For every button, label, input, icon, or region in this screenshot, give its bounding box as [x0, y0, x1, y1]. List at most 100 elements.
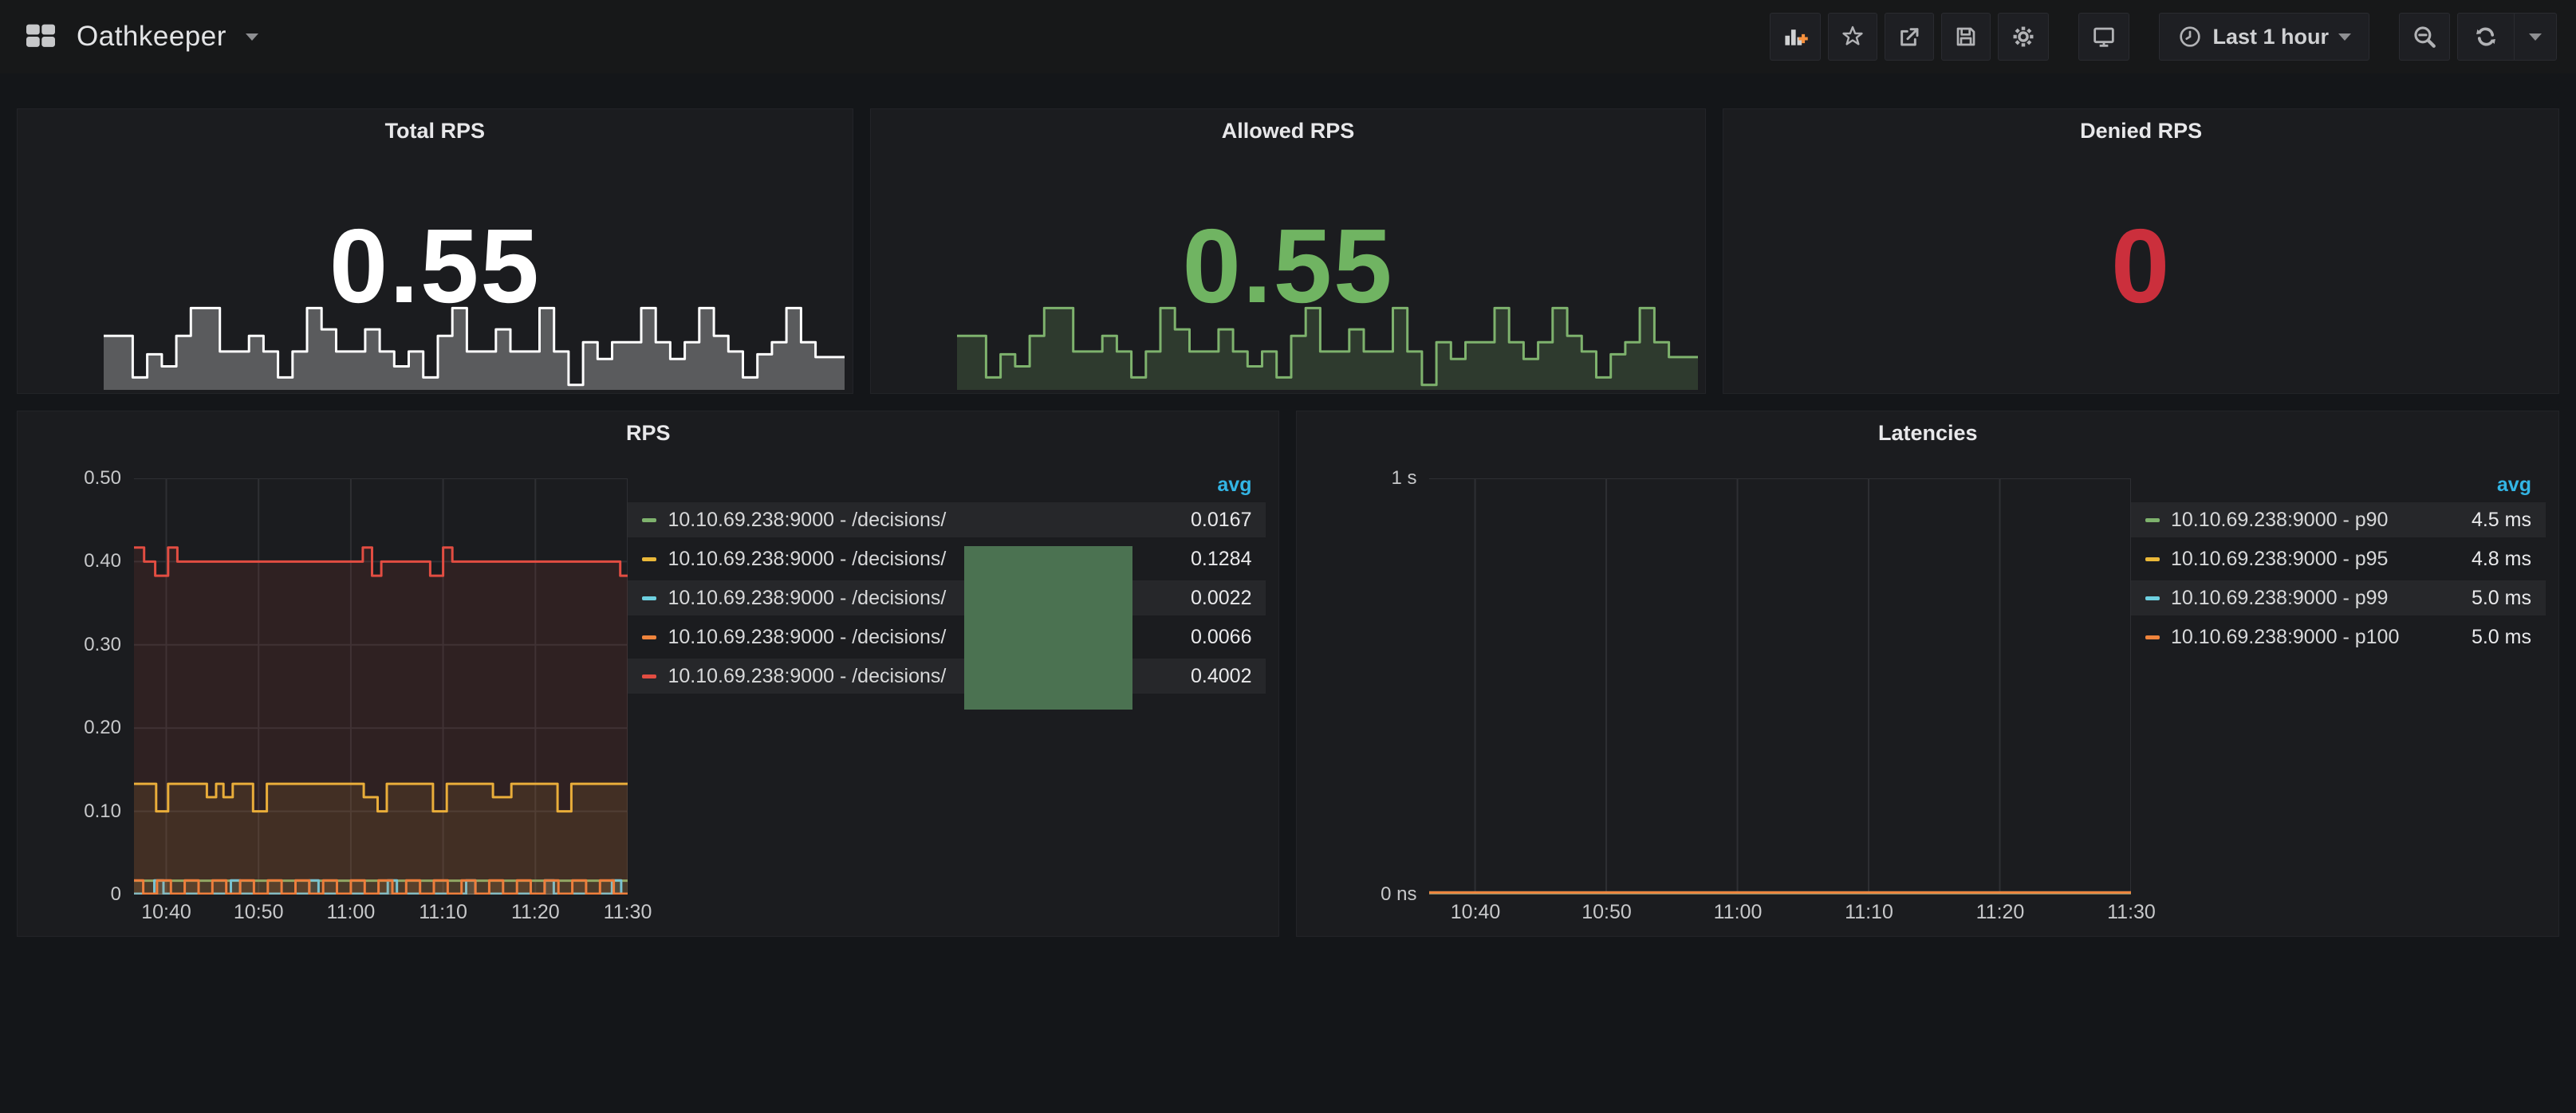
- panel-allowed-rps: Allowed RPS 0.55: [870, 108, 1707, 394]
- legend-swatch-icon[interactable]: [2145, 518, 2160, 522]
- legend-swatch-icon[interactable]: [642, 674, 656, 678]
- latencies-plot-area[interactable]: 10:4010:5011:0011:1011:2011:30: [1429, 478, 2131, 895]
- panel-title[interactable]: Total RPS: [18, 119, 853, 144]
- legend-avg-value: 0.4002: [1191, 665, 1251, 688]
- refresh-icon: [2472, 23, 2499, 50]
- legend-avg-value: 5.0 ms: [2472, 626, 2531, 649]
- legend-row[interactable]: 10.10.69.238:9000 - /decisions/0.0167: [628, 502, 1266, 537]
- time-range-picker[interactable]: Last 1 hour: [2159, 13, 2369, 61]
- rps-legend: avg10.10.69.238:9000 - /decisions/0.0167…: [628, 462, 1266, 926]
- stat-sparkline: [957, 291, 1698, 390]
- legend-row[interactable]: 10.10.69.238:9000 - /decisions/0.1284: [628, 541, 1266, 576]
- x-tick-label: 11:10: [1845, 901, 1893, 924]
- legend-series-label[interactable]: 10.10.69.238:9000 - /decisions/: [668, 509, 1175, 532]
- dashboard-settings-button[interactable]: [1998, 13, 2049, 61]
- stat-sparkline: [104, 291, 845, 390]
- legend-row[interactable]: 10.10.69.238:9000 - p100 5.0 ms: [2131, 619, 2546, 655]
- legend-row[interactable]: 10.10.69.238:9000 - p95 4.8 ms: [2131, 541, 2546, 576]
- y-tick-label: 0.20: [0, 717, 121, 739]
- dashboard-grid: Total RPS 0.55 Allowed RPS 0.55 Denied R…: [0, 73, 2576, 937]
- dashboard-dropdown-caret-icon[interactable]: [246, 33, 258, 41]
- legend-series-label[interactable]: 10.10.69.238:9000 - p90: [2171, 509, 2456, 532]
- legend-swatch-icon[interactable]: [642, 635, 656, 639]
- panel-denied-rps: Denied RPS 0: [1723, 108, 2559, 394]
- panel-title[interactable]: RPS: [18, 421, 1278, 446]
- refresh-button[interactable]: [2458, 13, 2514, 61]
- add-panel-button[interactable]: [1770, 13, 1821, 61]
- panel-title[interactable]: Denied RPS: [1723, 119, 2558, 144]
- x-tick-label: 10:40: [1451, 901, 1501, 924]
- rps-plot-area[interactable]: 10:4010:5011:0011:1011:2011:30: [134, 478, 628, 895]
- x-tick-label: 10:50: [1581, 901, 1632, 924]
- legend-row[interactable]: 10.10.69.238:9000 - p99 5.0 ms: [2131, 580, 2546, 615]
- x-tick-label: 10:50: [234, 901, 284, 924]
- refresh-interval-caret-icon: [2529, 33, 2542, 41]
- legend-avg-value: 4.5 ms: [2472, 509, 2531, 532]
- legend-row[interactable]: 10.10.69.238:9000 - p90 4.5 ms: [2131, 502, 2546, 537]
- x-tick-label: 10:40: [141, 901, 191, 924]
- legend-swatch-icon[interactable]: [2145, 635, 2160, 639]
- legend-series-label[interactable]: 10.10.69.238:9000 - p95: [2171, 548, 2456, 571]
- legend-swatch-icon[interactable]: [642, 557, 656, 561]
- dashboard-title[interactable]: Oathkeeper: [77, 21, 226, 53]
- x-tick-label: 11:30: [604, 901, 652, 924]
- y-tick-label: 1 s: [1257, 467, 1416, 490]
- dashboard-grid-icon[interactable]: [24, 22, 57, 51]
- legend-avg-value: 0.1284: [1191, 548, 1251, 571]
- legend-avg-header[interactable]: avg: [2131, 474, 2546, 502]
- cycle-view-mode-button[interactable]: [2078, 13, 2129, 61]
- x-tick-label: 11:20: [511, 901, 560, 924]
- add-panel-icon: [1782, 24, 1809, 49]
- x-tick-label: 11:00: [327, 901, 376, 924]
- legend-avg-header[interactable]: avg: [628, 474, 1266, 502]
- stat-value: 0: [1723, 206, 2558, 326]
- gear-icon: [2010, 23, 2037, 50]
- legend-row[interactable]: 10.10.69.238:9000 - /decisions/0.4002: [628, 659, 1266, 694]
- clock-icon: [2177, 24, 2203, 49]
- latencies-legend: avg10.10.69.238:9000 - p904.5 ms10.10.69…: [2131, 462, 2546, 926]
- y-tick-label: 0.30: [0, 634, 121, 656]
- legend-swatch-icon[interactable]: [642, 518, 656, 522]
- star-icon: [1840, 24, 1865, 49]
- legend-avg-value: 4.8 ms: [2472, 548, 2531, 571]
- x-tick-label: 11:30: [2107, 901, 2156, 924]
- legend-avg-value: 0.0066: [1191, 626, 1251, 649]
- legend-avg-value: 0.0167: [1191, 509, 1251, 532]
- panel-title[interactable]: Latencies: [1297, 421, 2558, 446]
- legend-row[interactable]: 10.10.69.238:9000 - /decisions/0.0066: [628, 619, 1266, 655]
- y-tick-label: 0.50: [0, 467, 121, 490]
- y-axis: 0.500.400.300.200.100: [30, 478, 134, 895]
- zoom-out-icon: [2411, 23, 2438, 50]
- legend-row[interactable]: 10.10.69.238:9000 - /decisions/0.0022: [628, 580, 1266, 615]
- top-navbar: Oathkeeper: [0, 0, 2576, 73]
- mark-favorite-button[interactable]: [1828, 13, 1877, 61]
- panel-total-rps: Total RPS 0.55: [17, 108, 853, 394]
- save-dashboard-button[interactable]: [1941, 13, 1991, 61]
- legend-swatch-icon[interactable]: [2145, 557, 2160, 561]
- y-tick-label: 0: [0, 883, 121, 906]
- legend-series-label[interactable]: 10.10.69.238:9000 - p99: [2171, 587, 2456, 610]
- y-tick-label: 0 ns: [1257, 883, 1416, 906]
- panel-title[interactable]: Allowed RPS: [871, 119, 1706, 144]
- x-tick-label: 11:20: [1976, 901, 2025, 924]
- legend-swatch-icon[interactable]: [642, 596, 656, 600]
- save-icon: [1953, 24, 1979, 49]
- legend-overlay: [964, 546, 1132, 710]
- legend-avg-value: 5.0 ms: [2472, 587, 2531, 610]
- panel-rps-graph: RPS 0.500.400.300.200.100 10:4010:5011:0…: [17, 411, 1279, 937]
- x-tick-label: 11:10: [419, 901, 467, 924]
- legend-series-label[interactable]: 10.10.69.238:9000 - p100: [2171, 626, 2456, 649]
- share-icon: [1897, 24, 1922, 49]
- refresh-button-group: [2457, 13, 2557, 61]
- refresh-interval-dropdown[interactable]: [2514, 13, 2556, 61]
- x-tick-label: 11:00: [1714, 901, 1763, 924]
- time-range-caret-icon: [2338, 33, 2351, 41]
- monitor-icon: [2090, 24, 2117, 49]
- zoom-out-time-button[interactable]: [2399, 13, 2450, 61]
- legend-swatch-icon[interactable]: [2145, 596, 2160, 600]
- time-range-label: Last 1 hour: [2212, 25, 2329, 49]
- share-dashboard-button[interactable]: [1885, 13, 1934, 61]
- legend-avg-value: 0.0022: [1191, 587, 1251, 610]
- panel-latencies-graph: Latencies 1 s0 ns 10:4010:5011:0011:1011…: [1296, 411, 2559, 937]
- y-tick-label: 0.40: [0, 550, 121, 572]
